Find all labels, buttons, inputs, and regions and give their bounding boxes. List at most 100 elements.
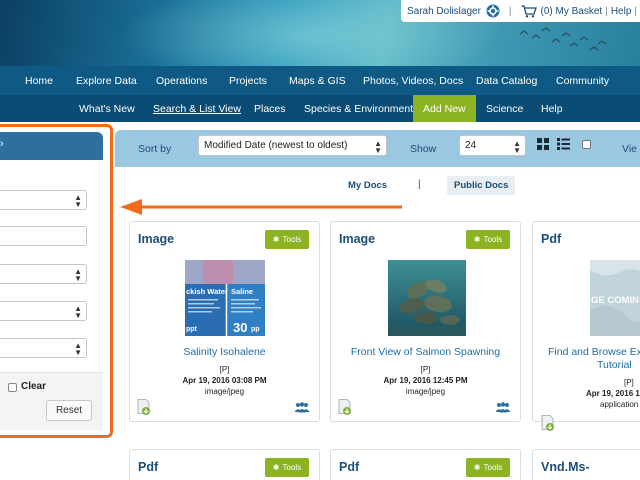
card-flag: [P] <box>219 365 230 374</box>
nav-species-environment[interactable]: Species & Environment <box>304 95 413 122</box>
sort-select-value: Modified Date (newest to oldest) <box>204 140 348 151</box>
card-type: Pdf <box>138 460 159 474</box>
view-label: Vie <box>622 143 637 155</box>
result-card[interactable]: Pdf ✱ Tools <box>129 449 320 480</box>
card-thumbnail[interactable]: GE COMIN <box>590 260 640 336</box>
nav-whats-new[interactable]: What's New <box>79 95 135 122</box>
tab-separator: | <box>418 179 421 190</box>
nav-maps-gis[interactable]: Maps & GIS <box>289 66 346 95</box>
nav-projects[interactable]: Projects <box>229 66 267 95</box>
result-card[interactable]: Pdf GE COMIN Find and Browse Ex Tutorial… <box>532 221 640 431</box>
card-thumbnail[interactable]: ckish Water Saline ppt 30 pp <box>185 260 265 336</box>
nav-data-catalog[interactable]: Data Catalog <box>476 66 537 95</box>
gear-icon[interactable] <box>486 4 500 18</box>
divider: | <box>605 5 608 17</box>
group-icon[interactable] <box>495 402 511 413</box>
nav-science[interactable]: Science <box>486 95 523 122</box>
card-mime: image/jpeg <box>405 387 446 396</box>
nav-community[interactable]: Community <box>556 66 609 95</box>
filter-select-4[interactable]: ▲ ▼ <box>0 338 87 358</box>
user-name-link[interactable]: Sarah Dolislager <box>407 6 481 17</box>
result-card[interactable]: Vnd.Ms- <box>532 449 640 480</box>
sort-by-label: Sort by <box>138 143 172 155</box>
cart-icon[interactable] <box>521 4 537 18</box>
filter-text-input[interactable] <box>0 226 87 246</box>
nav-photos-videos-docs[interactable]: Photos, Videos, Docs <box>363 66 463 95</box>
updown-icon: ▲ ▼ <box>513 139 521 155</box>
card-date: Apr 19, 2016 03:08 PM <box>182 376 267 385</box>
card-title-link[interactable]: Front View of Salmon Spawning <box>331 346 520 358</box>
updown-icon: ▲ ▼ <box>374 139 382 155</box>
filter-panel-header[interactable]: › <box>0 132 103 160</box>
card-date: Apr 19, 2016 12:45 PM <box>383 376 468 385</box>
thumb-unit-right: pp <box>251 326 260 333</box>
card-date: Apr 19, 2016 1 <box>586 389 640 398</box>
card-thumbnail[interactable] <box>388 260 466 336</box>
basket-link[interactable]: (0) My Basket <box>541 6 603 17</box>
download-icon[interactable] <box>541 415 555 431</box>
result-card[interactable]: Image ✱ Tools Front View of Salmon Spawni… <box>330 221 521 422</box>
filter-select-2[interactable]: ▲ ▼ <box>0 264 87 284</box>
result-card[interactable]: Image ✱ Tools ckish Water Saline ppt 30 p… <box>129 221 320 422</box>
nav-explore-data[interactable]: Explore Data <box>76 66 137 95</box>
filter-select-1[interactable]: ▲ ▼ <box>0 190 87 210</box>
thumb-number: 30 <box>233 320 247 335</box>
tab-my-docs[interactable]: My Docs <box>348 176 387 195</box>
grid-view-icon[interactable] <box>537 138 549 150</box>
filter-panel: › ▲ ▼ ▲ ▼ ▲ ▼ ▲ ▼ Clear Reset <box>0 132 103 430</box>
chevron-icon: › <box>0 138 4 150</box>
tools-button[interactable]: ✱ Tools <box>265 458 309 477</box>
gear-icon: ✱ <box>272 463 280 472</box>
updown-icon: ▲ ▼ <box>74 267 82 283</box>
card-type: Pdf <box>339 460 360 474</box>
main-nav: Home Explore Data Operations Projects Ma… <box>0 66 640 95</box>
show-label: Show <box>410 143 437 155</box>
card-type: Pdf <box>541 232 562 246</box>
download-icon[interactable] <box>137 399 151 415</box>
card-flag: [P] <box>624 378 634 387</box>
clear-checkbox[interactable] <box>8 383 17 392</box>
birds-decoration <box>519 27 607 51</box>
clear-label: Clear <box>21 381 47 392</box>
show-select[interactable]: 24 ▲ ▼ <box>459 135 526 156</box>
view-checkbox[interactable] <box>582 140 591 149</box>
nav-help[interactable]: Help <box>541 95 563 122</box>
group-icon[interactable] <box>294 402 310 413</box>
updown-icon: ▲ ▼ <box>74 304 82 320</box>
result-card[interactable]: Pdf ✱ Tools <box>330 449 521 480</box>
sort-select[interactable]: Modified Date (newest to oldest) ▲ ▼ <box>198 135 387 156</box>
gear-icon: ✱ <box>272 235 280 244</box>
tools-button[interactable]: ✱ Tools <box>265 230 309 249</box>
nav-home[interactable]: Home <box>25 66 53 95</box>
nav-search-list-view[interactable]: Search & List View <box>153 95 241 122</box>
updown-icon: ▲ ▼ <box>74 341 82 357</box>
help-link[interactable]: Help <box>611 6 632 17</box>
nav-operations[interactable]: Operations <box>156 66 207 95</box>
updown-icon: ▲ ▼ <box>74 193 82 209</box>
card-type: Image <box>138 232 175 246</box>
reset-button[interactable]: Reset <box>46 400 92 421</box>
card-title-link[interactable]: Salinity Isohalene <box>130 346 319 358</box>
card-type: Vnd.Ms- <box>541 460 590 474</box>
card-flag: [P] <box>420 365 431 374</box>
card-mime: image/jpeg <box>204 387 245 396</box>
download-icon[interactable] <box>338 399 352 415</box>
sort-bar: Sort by Modified Date (newest to oldest)… <box>115 130 640 167</box>
show-select-value: 24 <box>465 140 477 151</box>
filter-panel-footer: Clear Reset <box>0 372 103 430</box>
divider: | <box>508 5 512 17</box>
tab-public-docs[interactable]: Public Docs <box>447 176 516 195</box>
tools-button[interactable]: ✱ Tools <box>466 230 510 249</box>
gear-icon: ✱ <box>473 463 481 472</box>
gear-icon: ✱ <box>473 235 481 244</box>
card-mime: application <box>600 400 639 409</box>
divider: | <box>634 5 637 17</box>
nav-add-new[interactable]: Add New <box>413 95 476 122</box>
nav-places[interactable]: Places <box>254 95 286 122</box>
thumb-saline-text: Saline <box>231 287 253 296</box>
tools-button[interactable]: ✱ Tools <box>466 458 510 477</box>
card-title-link[interactable]: Find and Browse Ex Tutorial <box>548 346 640 371</box>
filter-select-3[interactable]: ▲ ▼ <box>0 301 87 321</box>
header-banner: Sarah Dolislager | (0) My Basket | Help … <box>0 0 640 66</box>
list-view-icon[interactable] <box>557 138 570 150</box>
